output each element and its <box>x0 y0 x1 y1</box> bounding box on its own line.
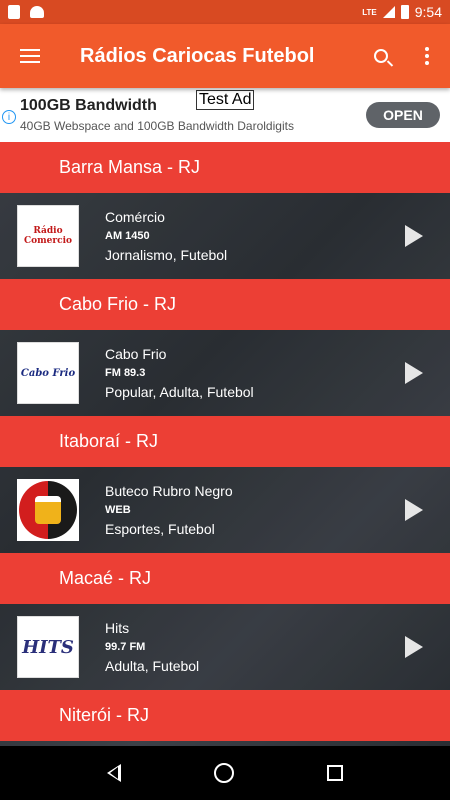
station-frequency: 99.7 FM <box>105 641 146 653</box>
test-ad-label: Test Ad <box>196 90 255 110</box>
ad-info-icon[interactable]: i <box>2 110 16 124</box>
station-logo: Rádio Comercio <box>17 205 79 267</box>
search-icon[interactable] <box>358 28 404 84</box>
station-logo: Cabo Frio <box>17 342 79 404</box>
station-row[interactable]: Buteco Rubro Negro WEB Esportes, Futebol <box>0 467 450 553</box>
section-header: Barra Mansa - RJ <box>0 142 450 193</box>
android-icon <box>30 6 44 18</box>
play-icon[interactable] <box>384 343 444 403</box>
ad-open-button[interactable]: OPEN <box>366 102 440 128</box>
station-frequency: WEB <box>105 504 131 516</box>
battery-icon <box>400 5 409 19</box>
station-name: Comércio <box>105 209 165 225</box>
station-genre: Adulta, Futebol <box>105 658 200 674</box>
home-icon[interactable] <box>213 763 234 783</box>
section-header: Cabo Frio - RJ <box>0 279 450 330</box>
station-genre: Jornalismo, Futebol <box>105 247 228 263</box>
station-row[interactable]: Rádio Comercio Comércio AM 1450 Jornalis… <box>0 193 450 279</box>
back-icon[interactable] <box>106 764 121 782</box>
station-frequency: AM 1450 <box>105 230 150 242</box>
recents-icon[interactable] <box>327 765 344 781</box>
section-header: Macaé - RJ <box>0 553 450 604</box>
section-header: Niterói - RJ <box>0 690 450 741</box>
station-frequency: FM 89.3 <box>105 367 146 379</box>
signal-icon <box>382 6 395 18</box>
station-name: Cabo Frio <box>105 346 167 362</box>
play-icon[interactable] <box>384 206 444 266</box>
menu-icon[interactable] <box>2 28 58 84</box>
station-logo: HITS <box>17 616 79 678</box>
ad-subtext: 40GB Webspace and 100GB Bandwidth Darold… <box>20 119 294 133</box>
ad-headline[interactable]: 100GB Bandwidth <box>20 97 366 115</box>
station-row[interactable]: HITS Hits 99.7 FM Adulta, Futebol <box>0 604 450 690</box>
station-name: Hits <box>105 620 130 636</box>
station-logo <box>17 479 79 541</box>
system-nav-bar <box>0 746 450 800</box>
app-bar: Rádios Cariocas Futebol <box>0 24 450 88</box>
clock: 9:54 <box>414 4 442 20</box>
sd-card-icon <box>8 5 20 19</box>
app-title: Rádios Cariocas Futebol <box>80 44 315 67</box>
station-genre: Popular, Adulta, Futebol <box>105 384 254 400</box>
station-name: Buteco Rubro Negro <box>105 483 233 499</box>
network-type: LTE <box>362 7 377 17</box>
status-bar: LTE 9:54 <box>0 0 450 24</box>
station-row[interactable]: Cabo Frio Cabo Frio FM 89.3 Popular, Adu… <box>0 330 450 416</box>
section-header: Itaboraí - RJ <box>0 416 450 467</box>
station-list[interactable]: Barra Mansa - RJ Rádio Comercio Comércio… <box>0 142 450 746</box>
station-genre: Esportes, Futebol <box>105 521 215 537</box>
play-icon[interactable] <box>384 480 444 540</box>
more-vert-icon[interactable] <box>404 28 450 84</box>
play-icon[interactable] <box>384 617 444 677</box>
ad-banner[interactable]: i 100GB Bandwidth 40GB Webspace and 100G… <box>0 88 450 142</box>
